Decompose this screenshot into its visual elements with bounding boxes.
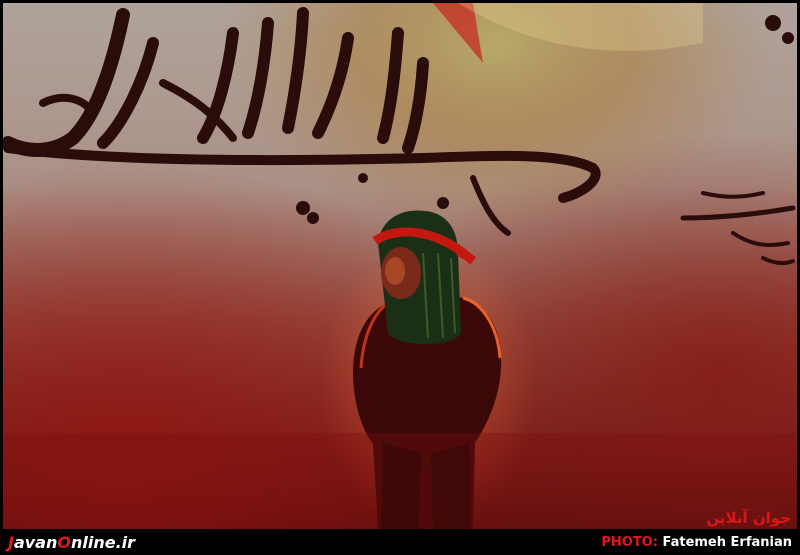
brand-letter-o: O [57, 533, 71, 552]
photo-credit: PHOTO: Fatemeh Erfanian [601, 535, 792, 550]
caption-bar: JavanOnline.ir PHOTO: Fatemeh Erfanian [0, 531, 800, 555]
brand-part-avan: avan [13, 533, 58, 552]
photo-credit-label: PHOTO: [601, 535, 658, 550]
brand-part-nline: nline.ir [70, 533, 136, 552]
site-watermark: JavanOnline.ir [8, 533, 135, 552]
photo-credit-name: Fatemeh Erfanian [662, 535, 792, 550]
photo-frame: جوان آنلاین JavanOnline.ir PHOTO: Fateme… [0, 0, 800, 555]
photograph: جوان آنلاین [3, 3, 797, 529]
corner-logo: جوان آنلاین [706, 509, 791, 527]
svg-text:جوان آنلاین: جوان آنلاین [706, 509, 791, 527]
photo-illustration: جوان آنلاین [3, 3, 797, 529]
